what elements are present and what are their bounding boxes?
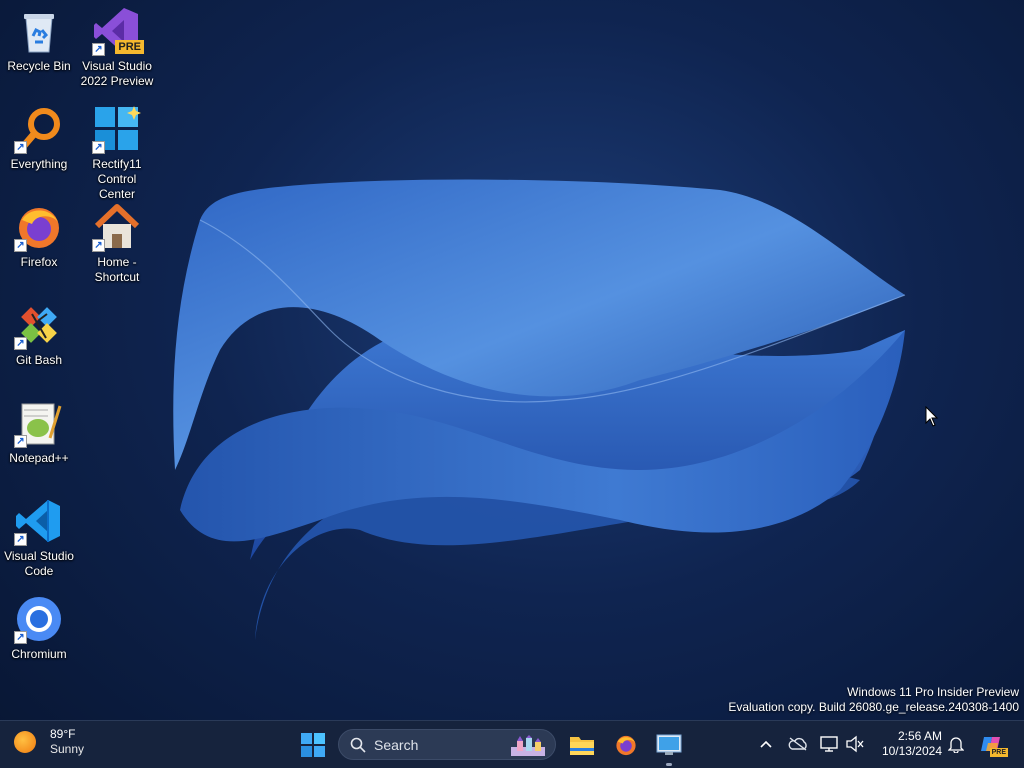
start-icon (301, 733, 325, 757)
desktop-icon-everything[interactable]: ↗ Everything (0, 98, 78, 172)
shortcut-arrow-icon: ↗ (14, 337, 27, 350)
onedrive-icon (788, 737, 807, 751)
network-tray-button[interactable] (818, 733, 840, 755)
onedrive-tray-button[interactable] (787, 733, 809, 755)
show-hidden-icons-button[interactable] (755, 733, 777, 755)
firefox-icon: ↗ (14, 202, 64, 252)
preview-badge: PRE (115, 40, 144, 54)
desktop-icon-label: Visual Studio Code (4, 549, 74, 578)
shortcut-arrow-icon: ↗ (14, 631, 27, 644)
desktop[interactable]: Recycle Bin ↗ Everything ↗ Firefox ↗ Git… (0, 0, 1024, 720)
desktop-icon-label: Visual Studio 2022 Preview (80, 59, 154, 88)
search-placeholder: Search (374, 736, 419, 753)
mouse-cursor-icon (925, 406, 939, 427)
firefox-taskbar-button[interactable] (608, 727, 644, 763)
recycle-bin-icon (14, 6, 64, 56)
volume-muted-icon (846, 735, 864, 753)
desktop-icon-notepadpp[interactable]: ↗ Notepad++ (0, 392, 78, 466)
network-icon (820, 736, 838, 752)
home-icon: ↗ (92, 202, 142, 252)
notepadpp-icon: ↗ (14, 398, 64, 448)
taskbar: 89°F Sunny Search 2:56 AM 10/13/2024 PRE (0, 720, 1024, 768)
shortcut-arrow-icon: ↗ (14, 435, 27, 448)
rectify11-taskbar-button[interactable] (651, 727, 687, 763)
chromium-icon: ↗ (14, 594, 64, 644)
rectify11-icon: ↗ (92, 104, 142, 154)
weather-condition: Sunny (50, 742, 85, 756)
clock-time: 2:56 AM (897, 729, 942, 743)
file-explorer-icon (570, 737, 594, 755)
weather-temperature: 89°F (50, 727, 76, 741)
taskbar-search-box[interactable]: Search (338, 729, 556, 760)
desktop-icon-chromium[interactable]: ↗ Chromium (0, 588, 78, 662)
desktop-icon-label: Chromium (11, 647, 67, 661)
visual-studio-icon: PRE ↗ (92, 6, 144, 56)
git-bash-icon: ↗ (14, 300, 64, 350)
desktop-icon-label: Home - Shortcut (94, 255, 140, 284)
file-explorer-button[interactable] (564, 727, 600, 763)
shortcut-arrow-icon: ↗ (14, 533, 27, 546)
vscode-icon: ↗ (14, 496, 64, 546)
start-button[interactable] (295, 727, 331, 763)
search-icon (350, 737, 366, 753)
desktop-icon-recycle-bin[interactable]: Recycle Bin (0, 0, 78, 74)
shortcut-arrow-icon: ↗ (14, 141, 27, 154)
desktop-icon-label: Firefox (20, 255, 58, 269)
running-app-indicator (666, 763, 672, 766)
desktop-icon-label: Recycle Bin (7, 59, 71, 73)
watermark-line-edition: Windows 11 Pro Insider Preview (847, 685, 1019, 699)
volume-tray-button[interactable] (844, 733, 866, 755)
firefox-icon (616, 735, 636, 756)
shortcut-arrow-icon: ↗ (92, 141, 105, 154)
desktop-icon-label: Notepad++ (9, 451, 69, 465)
desktop-icon-firefox[interactable]: ↗ Firefox (0, 196, 78, 270)
desktop-icon-git-bash[interactable]: ↗ Git Bash (0, 294, 78, 368)
desktop-icon-rectify11[interactable]: ↗ Rectify11 Control Center (78, 98, 156, 202)
shortcut-arrow-icon: ↗ (14, 239, 27, 252)
desktop-icon-label: Everything (10, 157, 68, 171)
shortcut-arrow-icon: ↗ (92, 239, 105, 252)
copilot-preview-badge: PRE (989, 748, 1008, 757)
desktop-icon-visual-studio[interactable]: PRE ↗ Visual Studio 2022 Preview (78, 0, 156, 89)
everything-search-icon: ↗ (14, 104, 64, 154)
watermark-line-build: Evaluation copy. Build 26080.ge_release.… (728, 700, 1019, 714)
taskbar-clock[interactable]: 2:56 AM 10/13/2024 (874, 729, 942, 759)
notification-center-button[interactable] (945, 733, 967, 755)
shortcut-arrow-icon: ↗ (92, 43, 105, 56)
rectify11-app-icon (656, 734, 682, 755)
search-highlight-castle-icon (511, 735, 545, 756)
sunny-weather-icon (14, 731, 36, 753)
chevron-up-icon (760, 740, 772, 748)
clock-date: 10/13/2024 (881, 744, 942, 758)
desktop-icon-label: Git Bash (15, 353, 63, 367)
desktop-icon-home-shortcut[interactable]: ↗ Home - Shortcut (78, 196, 156, 285)
desktop-icon-vscode[interactable]: ↗ Visual Studio Code (0, 490, 78, 579)
copilot-button[interactable]: PRE (980, 733, 1008, 757)
evaluation-watermark: Windows 11 Pro Insider Preview Evaluatio… (728, 685, 1019, 715)
notification-bell-icon (948, 737, 964, 753)
weather-widget[interactable]: 89°F Sunny (14, 727, 84, 757)
